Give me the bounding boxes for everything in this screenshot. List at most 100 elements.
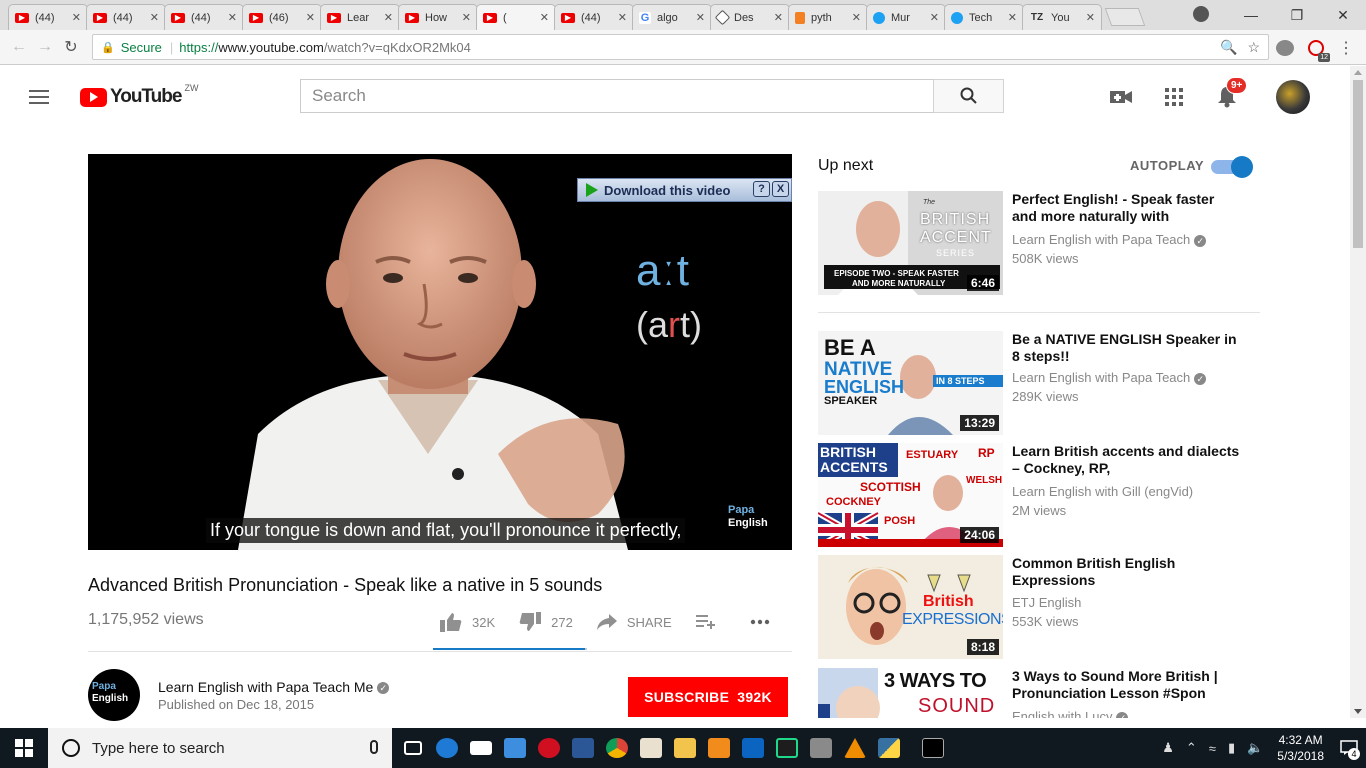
paint-icon[interactable]	[634, 728, 668, 768]
scroll-up-arrow[interactable]	[1354, 70, 1362, 75]
browser-tab[interactable]: ▶ (46) ✕	[242, 4, 322, 30]
recommendation-title[interactable]: Perfect English! - Speak faster and more…	[1012, 191, 1242, 225]
share-button[interactable]: SHARE	[596, 614, 672, 630]
upload-video-icon[interactable]	[1108, 84, 1134, 110]
browser-tab[interactable]: Des ✕	[710, 4, 790, 30]
microphone-icon[interactable]	[370, 740, 378, 754]
browser-tab[interactable]: TZ You ✕	[1022, 4, 1102, 30]
youtube-logo[interactable]: YouTube ZW	[80, 83, 198, 108]
tab-close-icon[interactable]: ✕	[696, 11, 705, 24]
close-window-icon[interactable]: ✕	[1320, 7, 1366, 24]
clock[interactable]: 4:32 AM 5/3/2018	[1277, 732, 1324, 764]
browser-tab[interactable]: ▶ (44) ✕	[554, 4, 634, 30]
browser-tab[interactable]: pyth ✕	[788, 4, 868, 30]
mail-icon[interactable]	[464, 728, 498, 768]
recommendation-title[interactable]: Be a NATIVE ENGLISH Speaker in 8 steps!!	[1012, 331, 1242, 365]
more-actions-button[interactable]	[750, 619, 780, 625]
recommendation-title[interactable]: Common British English Expressions	[1012, 555, 1242, 589]
tab-close-icon[interactable]: ✕	[462, 11, 471, 24]
browser-tab[interactable]: ▶ Lear ✕	[320, 4, 400, 30]
apps-grid-icon[interactable]	[1161, 84, 1187, 110]
tab-close-icon[interactable]: ✕	[384, 11, 393, 24]
menu-kebab-icon[interactable]: ⋮	[1338, 38, 1354, 58]
browser-tab[interactable]: Tech ✕	[944, 4, 1024, 30]
video-thumbnail[interactable]: BRITISH ACCENTS ESTUARY RP SCOTTISH WELS…	[818, 443, 1003, 547]
database-icon[interactable]	[804, 728, 838, 768]
tab-close-icon[interactable]: ✕	[852, 11, 861, 24]
download-video-bar[interactable]: Download this video ? X	[577, 178, 792, 202]
sublime-icon[interactable]	[702, 728, 736, 768]
tab-close-icon[interactable]: ✕	[930, 11, 939, 24]
outlook-icon[interactable]	[736, 728, 770, 768]
app-icon-blue[interactable]	[498, 728, 532, 768]
tab-close-icon[interactable]: ✕	[306, 11, 315, 24]
chrome-icon[interactable]	[600, 728, 634, 768]
add-to-playlist-button[interactable]	[695, 615, 726, 629]
recommendation-title[interactable]: 3 Ways to Sound More British | Pronuncia…	[1012, 668, 1252, 702]
tab-close-icon[interactable]: ✕	[1086, 11, 1095, 24]
tab-close-icon[interactable]: ✕	[618, 11, 627, 24]
download-help-button[interactable]: ?	[753, 181, 770, 197]
dislike-button[interactable]: 272	[519, 612, 573, 632]
edge-icon[interactable]	[430, 728, 464, 768]
recommendation-item[interactable]: BE A NATIVE ENGLISH SPEAKER IN 8 STEPS 1…	[818, 331, 1258, 436]
tab-close-icon[interactable]: ✕	[1008, 11, 1017, 24]
word-icon[interactable]	[566, 728, 600, 768]
start-button[interactable]	[0, 728, 48, 768]
tray-chevron-icon[interactable]: ⌃	[1186, 740, 1197, 756]
recommendation-title[interactable]: Learn British accents and dialects – Coc…	[1012, 443, 1242, 477]
recommendation-item[interactable]: 3 WAYS TO SOUND 3 Ways to Sound More Bri…	[818, 668, 1258, 718]
recommendation-item[interactable]: BRITISH ACCENTS ESTUARY RP SCOTTISH WELS…	[818, 443, 1258, 548]
vlc-icon[interactable]	[838, 728, 872, 768]
cmd-icon[interactable]	[916, 728, 950, 768]
scroll-down-arrow[interactable]	[1354, 709, 1362, 714]
video-thumbnail[interactable]: BE A NATIVE ENGLISH SPEAKER IN 8 STEPS 1…	[818, 331, 1003, 435]
file-explorer-icon[interactable]	[668, 728, 702, 768]
search-button[interactable]	[933, 79, 1004, 113]
browser-tab[interactable]: Mur ✕	[866, 4, 946, 30]
tab-close-icon[interactable]: ✕	[774, 11, 783, 24]
browser-tab[interactable]: ▶ (44) ✕	[164, 4, 244, 30]
profile-icon[interactable]	[1193, 6, 1209, 22]
bookmark-star-icon[interactable]: ☆	[1247, 39, 1260, 56]
autoplay-toggle[interactable]	[1211, 156, 1253, 178]
battery-icon[interactable]: ▮	[1228, 740, 1235, 756]
new-tab-button[interactable]	[1104, 8, 1146, 26]
url-bar[interactable]: 🔒 Secure | https:// www.youtube.com /wat…	[92, 34, 1269, 60]
wifi-icon[interactable]: ≈	[1209, 741, 1216, 756]
minimize-icon[interactable]: —	[1228, 7, 1274, 23]
scrollbar-thumb[interactable]	[1353, 80, 1363, 248]
search-input[interactable]: Search	[300, 79, 934, 113]
guide-menu-icon[interactable]	[29, 90, 49, 108]
video-thumbnail[interactable]: British EXPRESSIONS 8:18	[818, 555, 1003, 659]
browser-tab[interactable]: ▶ (✕	[476, 4, 556, 30]
video-thumbnail[interactable]: 3 WAYS TO SOUND	[818, 668, 1003, 718]
tab-close-icon[interactable]: ✕	[540, 11, 549, 24]
download-close-button[interactable]: X	[772, 181, 789, 197]
channel-avatar[interactable]: Papa English	[88, 669, 140, 721]
people-icon[interactable]: ♟	[1162, 740, 1174, 756]
reload-icon[interactable]: ↻	[58, 37, 84, 57]
back-icon[interactable]: ←	[6, 38, 32, 56]
video-player[interactable]: aːt (art) Papa English If your tongue is…	[88, 154, 792, 550]
taskbar-search[interactable]: Type here to search	[48, 728, 392, 768]
browser-tab[interactable]: ▶ (44) ✕	[86, 4, 166, 30]
volume-icon[interactable]: 🔈	[1247, 740, 1263, 756]
restore-icon[interactable]: ❐	[1274, 7, 1320, 24]
python-icon[interactable]	[872, 728, 906, 768]
browser-tab[interactable]: ▶ (44) ✕	[8, 4, 88, 30]
browser-tab[interactable]: ▶ How ✕	[398, 4, 478, 30]
tab-close-icon[interactable]: ✕	[150, 11, 159, 24]
task-view-icon[interactable]	[396, 728, 430, 768]
browser-tab[interactable]: Galgo ✕	[632, 4, 712, 30]
notifications-bell-icon[interactable]: 9+	[1214, 77, 1248, 110]
tab-close-icon[interactable]: ✕	[228, 11, 237, 24]
page-scrollbar[interactable]	[1350, 66, 1366, 718]
channel-watermark[interactable]: Papa English	[728, 504, 768, 530]
forward-icon[interactable]: →	[32, 38, 58, 56]
tab-close-icon[interactable]: ✕	[72, 11, 81, 24]
action-center-icon[interactable]: 4	[1332, 728, 1366, 768]
channel-name[interactable]: Learn English with Papa Teach Me ✓	[158, 679, 390, 695]
subscribe-button[interactable]: SUBSCRIBE 392K	[628, 677, 788, 717]
zoom-icon[interactable]: 🔍	[1220, 39, 1237, 56]
